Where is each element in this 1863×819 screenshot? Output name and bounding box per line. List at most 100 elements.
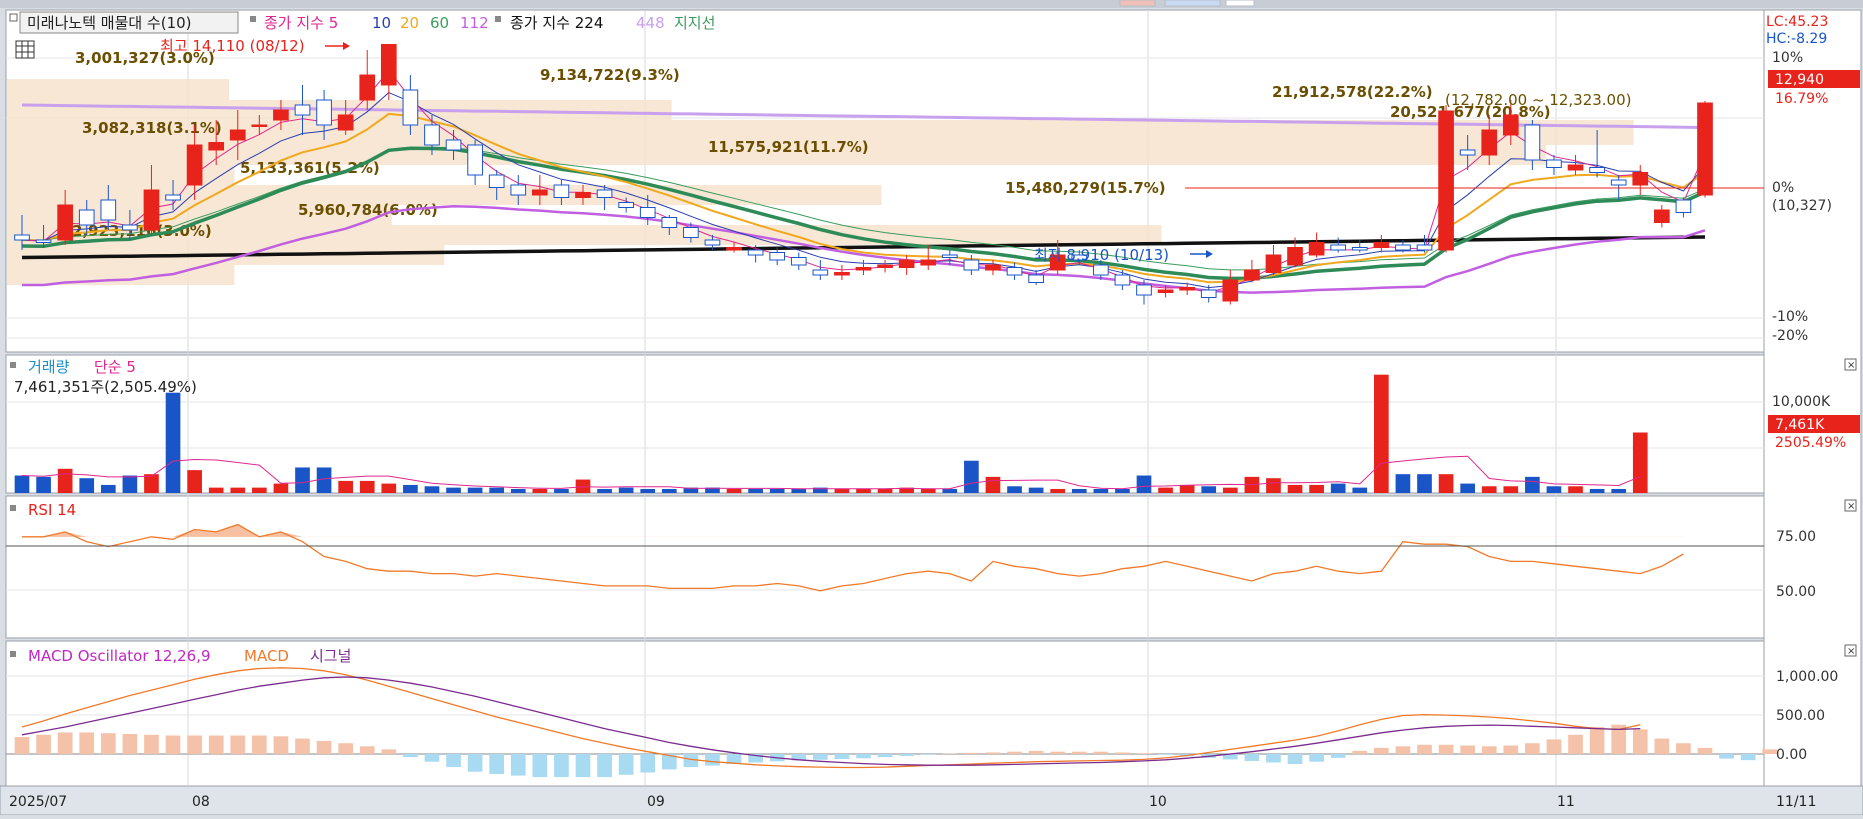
svg-text:×: ×	[1847, 646, 1855, 657]
volume-profile-label: 3,082,318(3.1%)	[82, 119, 222, 137]
ma-prefix: 종가 지수 5	[264, 14, 338, 32]
macd-oscillator-bar	[1568, 735, 1583, 754]
axis-m10pct: -10%	[1772, 309, 1808, 325]
x-label-09: 09	[647, 794, 665, 810]
macd-oscillator-bar	[640, 754, 655, 772]
current-change: 16.79%	[1775, 91, 1828, 107]
x-end-label: 11/11	[1776, 794, 1816, 810]
volume-profile-label: 21,912,578(22.2%)	[1272, 83, 1433, 101]
macd-oscillator-bar	[835, 754, 850, 759]
toolbar-button-1[interactable]	[1120, 0, 1155, 6]
svg-text:×: ×	[1847, 501, 1855, 512]
macd-oscillator-bar	[360, 746, 375, 754]
close-icon[interactable]: ×	[1845, 359, 1856, 371]
macd-oscillator-bar	[1288, 754, 1303, 764]
volume-bar	[468, 488, 483, 493]
close-icon[interactable]: ×	[1845, 500, 1856, 512]
candle-body	[1417, 245, 1432, 250]
candle-body	[1029, 275, 1044, 283]
candle-body	[856, 268, 871, 271]
volume-bar	[144, 474, 159, 493]
candle-body	[1460, 150, 1475, 155]
macd-oscillator-bar	[597, 754, 612, 777]
volume-bar	[1180, 485, 1195, 493]
macd-oscillator-bar	[511, 754, 526, 776]
macd-oscillator-bar	[619, 754, 634, 775]
trading-chart: 3,001,327(3.0%)9,134,722(9.3%)21,912,578…	[0, 0, 1863, 815]
table-icon[interactable]	[16, 41, 34, 58]
candle-body	[58, 205, 73, 240]
volume-bar	[921, 489, 936, 493]
candle-body	[1655, 210, 1670, 223]
volume-bar	[274, 484, 289, 493]
hc-label: HC:-8.29	[1766, 31, 1827, 47]
macd-oscillator-bar	[1158, 754, 1173, 755]
candle-body	[425, 125, 440, 145]
volume-bar	[727, 489, 742, 493]
macd-oscillator-bar	[1482, 746, 1497, 754]
candle-body	[1331, 245, 1346, 250]
panel-box-icon	[10, 505, 16, 511]
candle-body	[1525, 125, 1540, 160]
volume-bar	[1288, 485, 1303, 493]
volume-avg-label: 단순 5	[94, 358, 136, 376]
signal-label: 시그널	[310, 647, 351, 665]
candle-body	[576, 193, 591, 198]
macd-oscillator-bar	[1633, 729, 1648, 754]
volume-bar	[15, 476, 30, 493]
volume-profile-label: 15,480,279(15.7%)	[1005, 179, 1166, 197]
volume-bar	[511, 489, 526, 493]
macd-oscillator-bar	[1374, 748, 1389, 754]
volume-profile-label: 5,960,784(6.0%)	[298, 201, 438, 219]
macd-oscillator-bar	[252, 736, 267, 754]
volume-bar	[1568, 486, 1583, 493]
macd-oscillator-bar	[1698, 748, 1713, 754]
candle-body	[899, 260, 914, 268]
macd-oscillator-bar	[533, 754, 548, 777]
macd-oscillator-bar	[921, 754, 936, 755]
candle-body	[1309, 243, 1324, 256]
rsi-axis-75: 75.00	[1776, 529, 1816, 545]
volume-bar	[576, 480, 591, 493]
volume-bar	[489, 488, 504, 493]
volume-bar	[101, 485, 116, 493]
ma-60: 60	[430, 14, 449, 32]
volume-bar	[640, 489, 655, 493]
macd-oscillator-bar	[554, 754, 569, 777]
macd-oscillator-bar	[1762, 749, 1777, 754]
rsi-title: RSI 14	[28, 501, 76, 519]
volume-bar	[1633, 433, 1648, 494]
macd-oscillator-bar	[166, 736, 181, 754]
macd-axis-1000: 1,000.00	[1776, 669, 1838, 685]
volume-bar	[1223, 488, 1238, 493]
candle-body	[123, 225, 138, 230]
candle-body	[727, 248, 742, 251]
toolbar-button-3[interactable]	[1226, 0, 1254, 6]
macd-title: MACD Oscillator 12,26,9	[28, 647, 211, 665]
legend-square-2	[495, 16, 501, 22]
macd-axis-0: 0.00	[1776, 747, 1807, 763]
x-label-08: 08	[192, 794, 210, 810]
candle-body	[1266, 255, 1281, 273]
macd-oscillator-bar	[1460, 746, 1475, 754]
candle-body	[1676, 200, 1691, 213]
candle-body	[1590, 168, 1605, 173]
volume-bar	[58, 469, 73, 493]
macd-oscillator-bar	[1655, 739, 1670, 754]
macd-oscillator-bar	[1331, 754, 1346, 758]
candle-body	[446, 140, 461, 150]
volume-bar	[317, 467, 332, 493]
volume-profile-label: 9,134,722(9.3%)	[540, 66, 680, 84]
candle-body	[1352, 248, 1367, 251]
volume-bar	[748, 489, 763, 493]
macd-oscillator-bar	[1050, 752, 1065, 754]
volume-axis-label: 10,000K	[1772, 394, 1831, 410]
candle-body	[1547, 160, 1562, 168]
ma-20: 20	[400, 14, 419, 32]
candle-body	[187, 145, 202, 185]
toolbar-button-2[interactable]	[1165, 0, 1220, 6]
candle-body	[317, 100, 332, 125]
candle-body	[1245, 270, 1260, 280]
close-icon[interactable]: ×	[1845, 645, 1856, 657]
candle-body	[597, 190, 612, 198]
